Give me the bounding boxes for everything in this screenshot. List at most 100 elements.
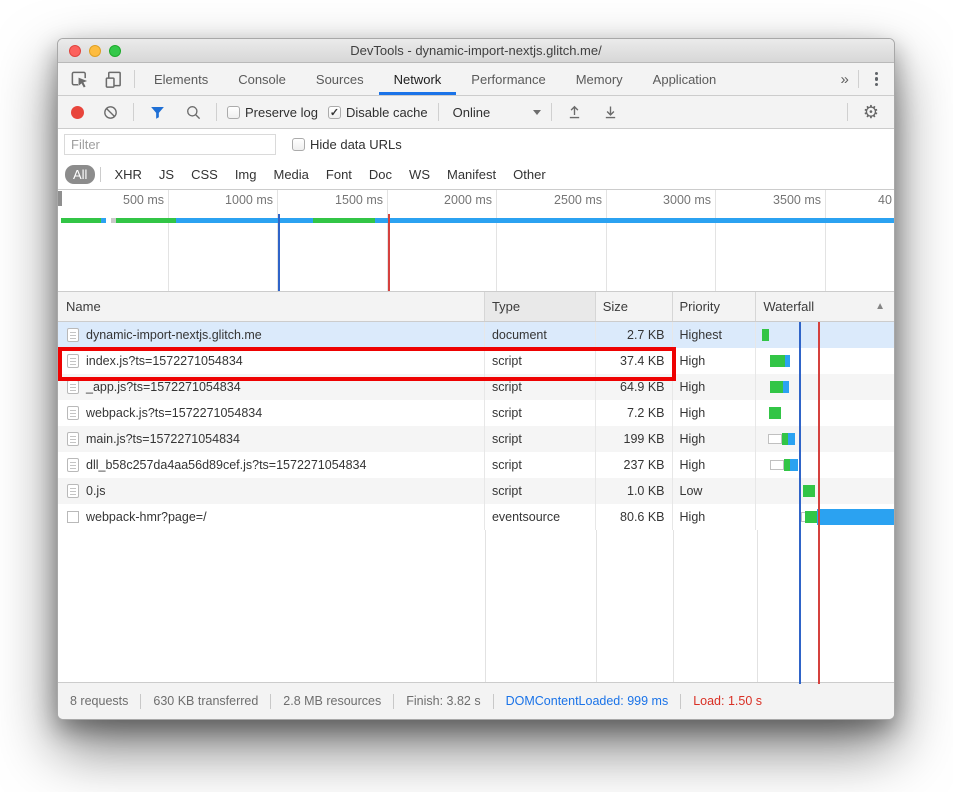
tab-performance[interactable]: Performance — [456, 63, 560, 95]
table-row[interactable]: main.js?ts=1572271054834script199 KBHigh — [58, 426, 894, 452]
overview-tick-label: 1000 ms — [197, 193, 273, 207]
table-row[interactable]: dynamic-import-nextjs.glitch.medocument2… — [58, 322, 894, 348]
clear-icon — [102, 104, 119, 121]
clear-network-log-button[interactable] — [97, 100, 123, 124]
overview-gridline — [715, 190, 716, 291]
request-name: index.js?ts=1572271054834 — [86, 354, 243, 368]
type-filter-all[interactable]: All — [65, 165, 95, 184]
column-separator — [485, 530, 486, 684]
column-header-priority[interactable]: Priority — [672, 292, 756, 321]
upload-icon — [566, 104, 583, 121]
traffic-lights — [69, 45, 121, 57]
hide-data-urls-checkbox[interactable]: Hide data URLs — [292, 137, 402, 152]
priority-cell: High — [672, 400, 756, 426]
inspect-element-button[interactable] — [66, 67, 92, 91]
throttling-dropdown[interactable]: Online — [449, 105, 541, 120]
size-cell: 7.2 KB — [595, 400, 672, 426]
type-filter-ws[interactable]: WS — [402, 165, 437, 184]
network-settings-button[interactable]: ⚙ — [858, 100, 884, 124]
waterfall-cell — [755, 322, 894, 348]
network-summary-bar: 8 requests630 KB transferred2.8 MB resou… — [58, 682, 894, 719]
tab-sources[interactable]: Sources — [301, 63, 379, 95]
waterfall-cell — [755, 504, 894, 530]
timeline-overview[interactable]: 500 ms1000 ms1500 ms2000 ms2500 ms3000 m… — [58, 190, 894, 292]
waterfall-blue-bar — [817, 509, 894, 525]
tab-network[interactable]: Network — [379, 63, 457, 95]
export-har-button[interactable] — [598, 100, 624, 124]
customize-devtools-icon[interactable] — [869, 72, 884, 87]
column-header-label: Size — [603, 299, 628, 314]
type-filter-doc[interactable]: Doc — [362, 165, 399, 184]
type-cell: document — [484, 322, 595, 348]
table-row[interactable]: _app.js?ts=1572271054834script64.9 KBHig… — [58, 374, 894, 400]
priority-cell: High — [672, 452, 756, 478]
load-event-line — [818, 530, 820, 684]
table-row[interactable]: dll_b58c257da4aa56d89cef.js?ts=157227105… — [58, 452, 894, 478]
chip-divider — [100, 167, 101, 182]
priority-cell: High — [672, 426, 756, 452]
import-har-button[interactable] — [562, 100, 588, 124]
toolbar-divider — [438, 103, 439, 121]
toolbar-divider — [858, 70, 859, 88]
dcl-event-line — [799, 322, 801, 530]
column-header-type[interactable]: Type — [484, 292, 595, 321]
tab-console[interactable]: Console — [223, 63, 301, 95]
tab-elements[interactable]: Elements — [139, 63, 223, 95]
requests-table: dynamic-import-nextjs.glitch.medocument2… — [58, 322, 894, 530]
waterfall-blue-bar — [790, 459, 798, 471]
overview-gridline — [606, 190, 607, 291]
disable-cache-checkbox[interactable]: ✓ Disable cache — [328, 105, 428, 120]
filter-input[interactable] — [64, 134, 276, 155]
overview-grip[interactable] — [58, 191, 62, 206]
table-row[interactable]: index.js?ts=1572271054834script37.4 KBHi… — [58, 348, 894, 374]
request-name: 0.js — [86, 484, 105, 498]
overview-gridline — [825, 190, 826, 291]
preserve-log-checkbox[interactable]: Preserve log — [227, 105, 318, 120]
panel-tabs: ElementsConsoleSourcesNetworkPerformance… — [139, 63, 731, 95]
minimize-window-button[interactable] — [89, 45, 101, 57]
column-header-name[interactable]: Name — [58, 292, 484, 321]
column-header-waterfall[interactable]: Waterfall▲ — [755, 292, 894, 321]
type-filter-img[interactable]: Img — [228, 165, 264, 184]
table-row[interactable]: 0.jsscript1.0 KBLow — [58, 478, 894, 504]
toolbar-divider — [133, 103, 134, 121]
size-cell: 64.9 KB — [595, 374, 672, 400]
type-filter-manifest[interactable]: Manifest — [440, 165, 503, 184]
size-cell: 199 KB — [595, 426, 672, 452]
request-name: webpack-hmr?page=/ — [86, 510, 207, 524]
device-toolbar-button[interactable] — [100, 67, 126, 91]
table-row[interactable]: webpack.js?ts=1572271054834script7.2 KBH… — [58, 400, 894, 426]
type-filter-xhr[interactable]: XHR — [107, 165, 148, 184]
type-filter-media[interactable]: Media — [266, 165, 315, 184]
request-name: dll_b58c257da4aa56d89cef.js?ts=157227105… — [86, 458, 366, 472]
tab-application[interactable]: Application — [638, 63, 732, 95]
overview-activity-bar — [375, 218, 894, 223]
type-filter-js[interactable]: JS — [152, 165, 181, 184]
status-item: 2.8 MB resources — [271, 694, 393, 708]
waterfall-queue-bar — [768, 434, 782, 444]
request-name: _app.js?ts=1572271054834 — [86, 380, 241, 394]
waterfall-green-bar — [805, 511, 817, 523]
dcl-event-line — [799, 530, 801, 684]
dcl-event-line — [278, 214, 280, 291]
close-window-button[interactable] — [69, 45, 81, 57]
request-name: webpack.js?ts=1572271054834 — [86, 406, 262, 420]
zoom-window-button[interactable] — [109, 45, 121, 57]
type-filter-other[interactable]: Other — [506, 165, 553, 184]
overview-activity-bar — [313, 218, 375, 223]
filter-toggle-button[interactable] — [144, 100, 170, 124]
type-filter-font[interactable]: Font — [319, 165, 359, 184]
status-item: Finish: 3.82 s — [394, 694, 492, 708]
search-button[interactable] — [180, 100, 206, 124]
column-header-size[interactable]: Size — [595, 292, 672, 321]
table-row[interactable]: webpack-hmr?page=/eventsource80.6 KBHigh — [58, 504, 894, 530]
filter-bar: Hide data URLs — [58, 129, 894, 160]
checkbox-box — [292, 138, 305, 151]
tab-memory[interactable]: Memory — [561, 63, 638, 95]
record-network-log-button[interactable] — [71, 106, 84, 119]
type-filter-css[interactable]: CSS — [184, 165, 225, 184]
waterfall-green-bar — [769, 407, 781, 419]
more-tabs-icon[interactable]: » — [840, 71, 847, 88]
overview-tick-label: 1500 ms — [307, 193, 383, 207]
priority-cell: High — [672, 374, 756, 400]
